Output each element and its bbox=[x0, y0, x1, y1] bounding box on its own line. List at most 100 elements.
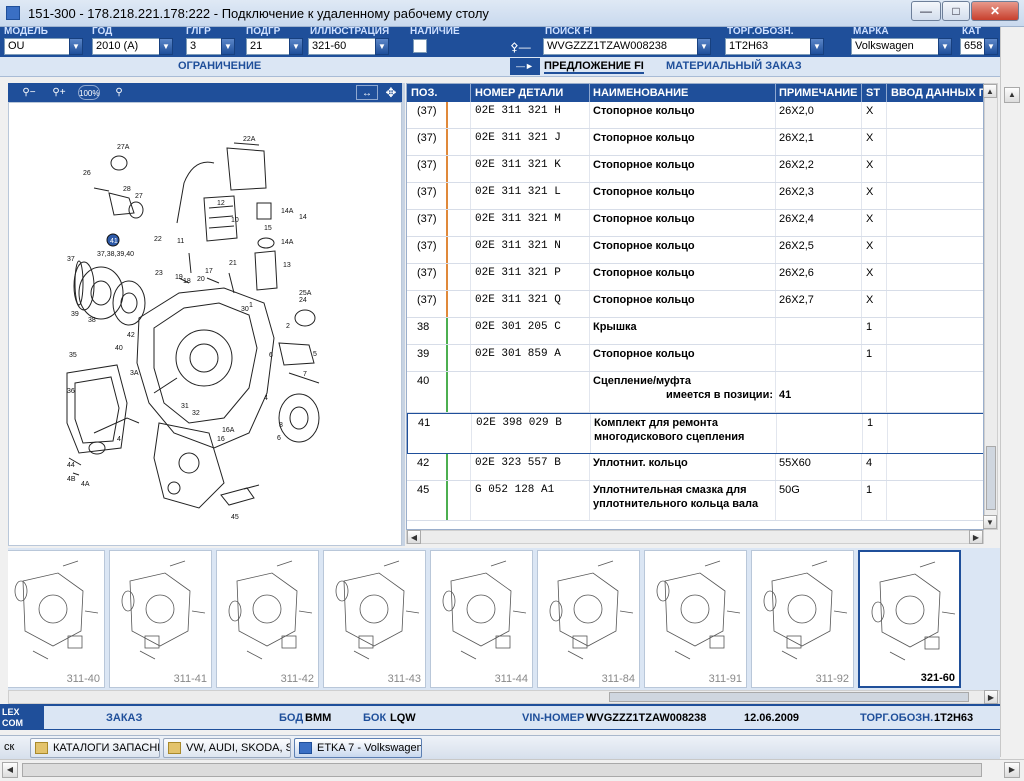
window-horizontal-scrollbar[interactable]: ◀ ▶ bbox=[0, 759, 1024, 781]
illustration-dropdown-icon[interactable]: ▼ bbox=[375, 38, 389, 55]
task-etka[interactable]: ETKA 7 - Volkswagen bbox=[294, 738, 422, 758]
start-button[interactable]: ск bbox=[4, 741, 14, 753]
trade-designation-field[interactable]: 1T2H63 bbox=[725, 38, 811, 55]
main-group-dropdown-icon[interactable]: ▼ bbox=[221, 38, 235, 55]
cell-note: 50G bbox=[779, 484, 800, 496]
cell-st: 1 bbox=[866, 348, 873, 360]
thumbnail-311-40[interactable]: 311-40 bbox=[8, 550, 105, 688]
close-button[interactable]: ✕ bbox=[971, 1, 1019, 21]
table-row[interactable]: (37) 02E 311 321 P Стопорное кольцо 26X2,6 X bbox=[407, 264, 983, 291]
col-name[interactable]: НАИМЕНОВАНИЕ bbox=[593, 87, 773, 99]
year-dropdown-icon[interactable]: ▼ bbox=[159, 38, 173, 55]
scroll-down-icon[interactable]: ▼ bbox=[983, 515, 997, 529]
scroll-up-icon[interactable]: ▲ bbox=[1004, 87, 1020, 103]
window-scroll-thumb[interactable] bbox=[22, 763, 982, 777]
table-row[interactable]: 45 G 052 128 A1 Уплотнительная смазка для 5… bbox=[407, 481, 983, 521]
catalog-field[interactable]: 658 bbox=[960, 38, 985, 55]
illustration-pane[interactable]: 27A 22A 26 28 27 12 14A 14 10 15 11 14A 13 22 4… bbox=[8, 102, 402, 546]
brand-field[interactable]: Volkswagen bbox=[851, 38, 939, 55]
thumbnail-311-92[interactable]: 311-92 bbox=[751, 550, 854, 688]
thumbnail-scrollbar[interactable]: ▶ bbox=[8, 690, 1000, 704]
table-row[interactable]: 39 02E 301 859 A Стопорное кольцо 1 bbox=[407, 345, 983, 372]
thumbnail-311-43[interactable]: 311-43 bbox=[323, 550, 426, 688]
table-row[interactable]: (37) 02E 311 321 H Стопорное кольцо 26X2,0 X bbox=[407, 102, 983, 129]
trade-designation-status-label: ТОРГ.ОБОЗН. bbox=[860, 712, 934, 724]
main-group-field[interactable]: 3 bbox=[186, 38, 222, 55]
svg-text:3A: 3A bbox=[130, 370, 139, 377]
task-catalogs[interactable]: КАТАЛОГИ ЗАПАСНЫХ ... bbox=[30, 738, 160, 758]
thumbnail-311-41[interactable]: 311-41 bbox=[109, 550, 212, 688]
table-row[interactable]: (37) 02E 311 321 Q Стопорное кольцо 26X2,7 X bbox=[407, 291, 983, 318]
model-dropdown-icon[interactable]: ▼ bbox=[69, 38, 83, 55]
scroll-right-icon[interactable]: ▶ bbox=[984, 690, 998, 704]
fit-icon[interactable]: ↔ bbox=[356, 85, 378, 100]
year-field[interactable]: 2010 (A) bbox=[92, 38, 160, 55]
table-horizontal-scrollbar[interactable]: ◀ ▶ bbox=[406, 530, 984, 544]
scroll-right-icon[interactable]: ▶ bbox=[1004, 762, 1020, 778]
col-data-entry[interactable]: ВВОД ДАННЫХ ПО bbox=[891, 87, 983, 99]
brand-dropdown-icon[interactable]: ▼ bbox=[938, 38, 952, 55]
scroll-right-icon[interactable]: ▶ bbox=[969, 530, 983, 544]
table-row[interactable]: 41 02E 398 029 B Комплект для ремонта 1 мног… bbox=[407, 413, 983, 454]
svg-text:4: 4 bbox=[264, 395, 268, 402]
table-row[interactable]: 42 02E 323 557 B Уплотнит. кольцо 55X60 4 bbox=[407, 454, 983, 481]
col-st[interactable]: ST bbox=[866, 87, 886, 99]
cell-st: X bbox=[866, 105, 874, 117]
scroll-left-icon[interactable]: ◀ bbox=[2, 762, 18, 778]
thumbnail-311-42[interactable]: 311-42 bbox=[216, 550, 319, 688]
move-icon[interactable]: ✥ bbox=[380, 85, 402, 100]
catalog-dropdown-icon[interactable]: ▼ bbox=[984, 38, 998, 55]
minimize-button[interactable]: — bbox=[911, 1, 941, 21]
key-icon[interactable]: ⚴— bbox=[510, 40, 538, 54]
table-row[interactable]: 40 Сцепление/муфта 41 имеется в позиции: bbox=[407, 372, 983, 413]
table-row[interactable]: 38 02E 301 205 C Крышка 1 bbox=[407, 318, 983, 345]
zoom-in-icon[interactable]: ⚲+ bbox=[48, 85, 70, 100]
scroll-up-icon[interactable]: ▲ bbox=[983, 84, 997, 98]
thumbnail-311-44[interactable]: 311-44 bbox=[430, 550, 533, 688]
thumbnail-label: 311-92 bbox=[815, 673, 849, 685]
pane-splitter[interactable] bbox=[402, 83, 405, 546]
svg-text:4B: 4B bbox=[67, 476, 76, 483]
table-row[interactable]: (37) 02E 311 321 L Стопорное кольцо 26X2,3 X bbox=[407, 183, 983, 210]
maximize-button[interactable]: □ bbox=[942, 1, 970, 21]
subgroup-field[interactable]: 21 bbox=[246, 38, 290, 55]
thumbnail-scroll-thumb[interactable] bbox=[609, 692, 969, 702]
cell-part-number: 02E 323 557 B bbox=[475, 457, 561, 469]
cell-pos: (37) bbox=[417, 267, 437, 279]
cell-st: 4 bbox=[866, 457, 873, 469]
function-bar: ОГРАНИЧЕНИЕ —► ПРЕДЛОЖЕНИЕ FI МАТЕРИАЛЬН… bbox=[0, 57, 1000, 77]
order-button[interactable]: ЗАКАЗ bbox=[106, 712, 142, 724]
fi-offer-tab[interactable]: ПРЕДЛОЖЕНИЕ FI bbox=[544, 60, 644, 74]
task-vw-audi[interactable]: VW, AUDI, SKODA, SEAT bbox=[163, 738, 291, 758]
table-row[interactable]: (37) 02E 311 321 N Стопорное кольцо 26X2,5 X bbox=[407, 237, 983, 264]
limit-tab[interactable]: ОГРАНИЧЕНИЕ bbox=[178, 60, 261, 72]
main-vertical-scrollbar[interactable]: ▲ bbox=[1000, 27, 1024, 757]
table-row[interactable]: (37) 02E 311 321 M Стопорное кольцо 26X2,4 X bbox=[407, 210, 983, 237]
fi-search-field[interactable]: WVGZZZ1TZAW008238 bbox=[543, 38, 698, 55]
model-field[interactable]: OU bbox=[4, 38, 70, 55]
thumbnail-311-84[interactable]: 311-84 bbox=[537, 550, 640, 688]
subgroup-dropdown-icon[interactable]: ▼ bbox=[289, 38, 303, 55]
table-row[interactable]: (37) 02E 311 321 K Стопорное кольцо 26X2,2 X bbox=[407, 156, 983, 183]
table-scroll-thumb[interactable] bbox=[986, 446, 996, 510]
col-pos[interactable]: ПОЗ. bbox=[411, 87, 445, 99]
material-order-tab[interactable]: МАТЕРИАЛЬНЫЙ ЗАКАЗ bbox=[666, 60, 802, 72]
fi-search-dropdown-icon[interactable]: ▼ bbox=[697, 38, 711, 55]
cell-pos: 39 bbox=[417, 348, 430, 360]
thumbnail-321-60[interactable]: 321-60 bbox=[858, 550, 961, 688]
scroll-left-icon[interactable]: ◀ bbox=[407, 530, 421, 544]
trade-designation-dropdown-icon[interactable]: ▼ bbox=[810, 38, 824, 55]
availability-checkbox[interactable] bbox=[413, 39, 427, 53]
table-vertical-scrollbar[interactable]: ▲ ▼ bbox=[983, 83, 998, 530]
table-row[interactable]: (37) 02E 311 321 J Стопорное кольцо 26X2,1 X bbox=[407, 129, 983, 156]
col-part-number[interactable]: НОМЕР ДЕТАЛИ bbox=[475, 87, 587, 99]
zoom-out-icon[interactable]: ⚲− bbox=[18, 85, 40, 100]
folder-icon bbox=[168, 742, 181, 754]
col-note[interactable]: ПРИМЕЧАНИЕ bbox=[779, 87, 859, 99]
thumbnail-311-91[interactable]: 311-91 bbox=[644, 550, 747, 688]
illustration-field[interactable]: 321-60 bbox=[308, 38, 376, 55]
magnifier-icon[interactable]: ⚲ bbox=[108, 85, 130, 100]
zoom-100-button[interactable]: 100% bbox=[78, 85, 100, 100]
arrow-right-icon[interactable]: —► bbox=[510, 58, 540, 75]
cell-part-name-line2: уплотнительного кольца вала bbox=[593, 498, 759, 510]
